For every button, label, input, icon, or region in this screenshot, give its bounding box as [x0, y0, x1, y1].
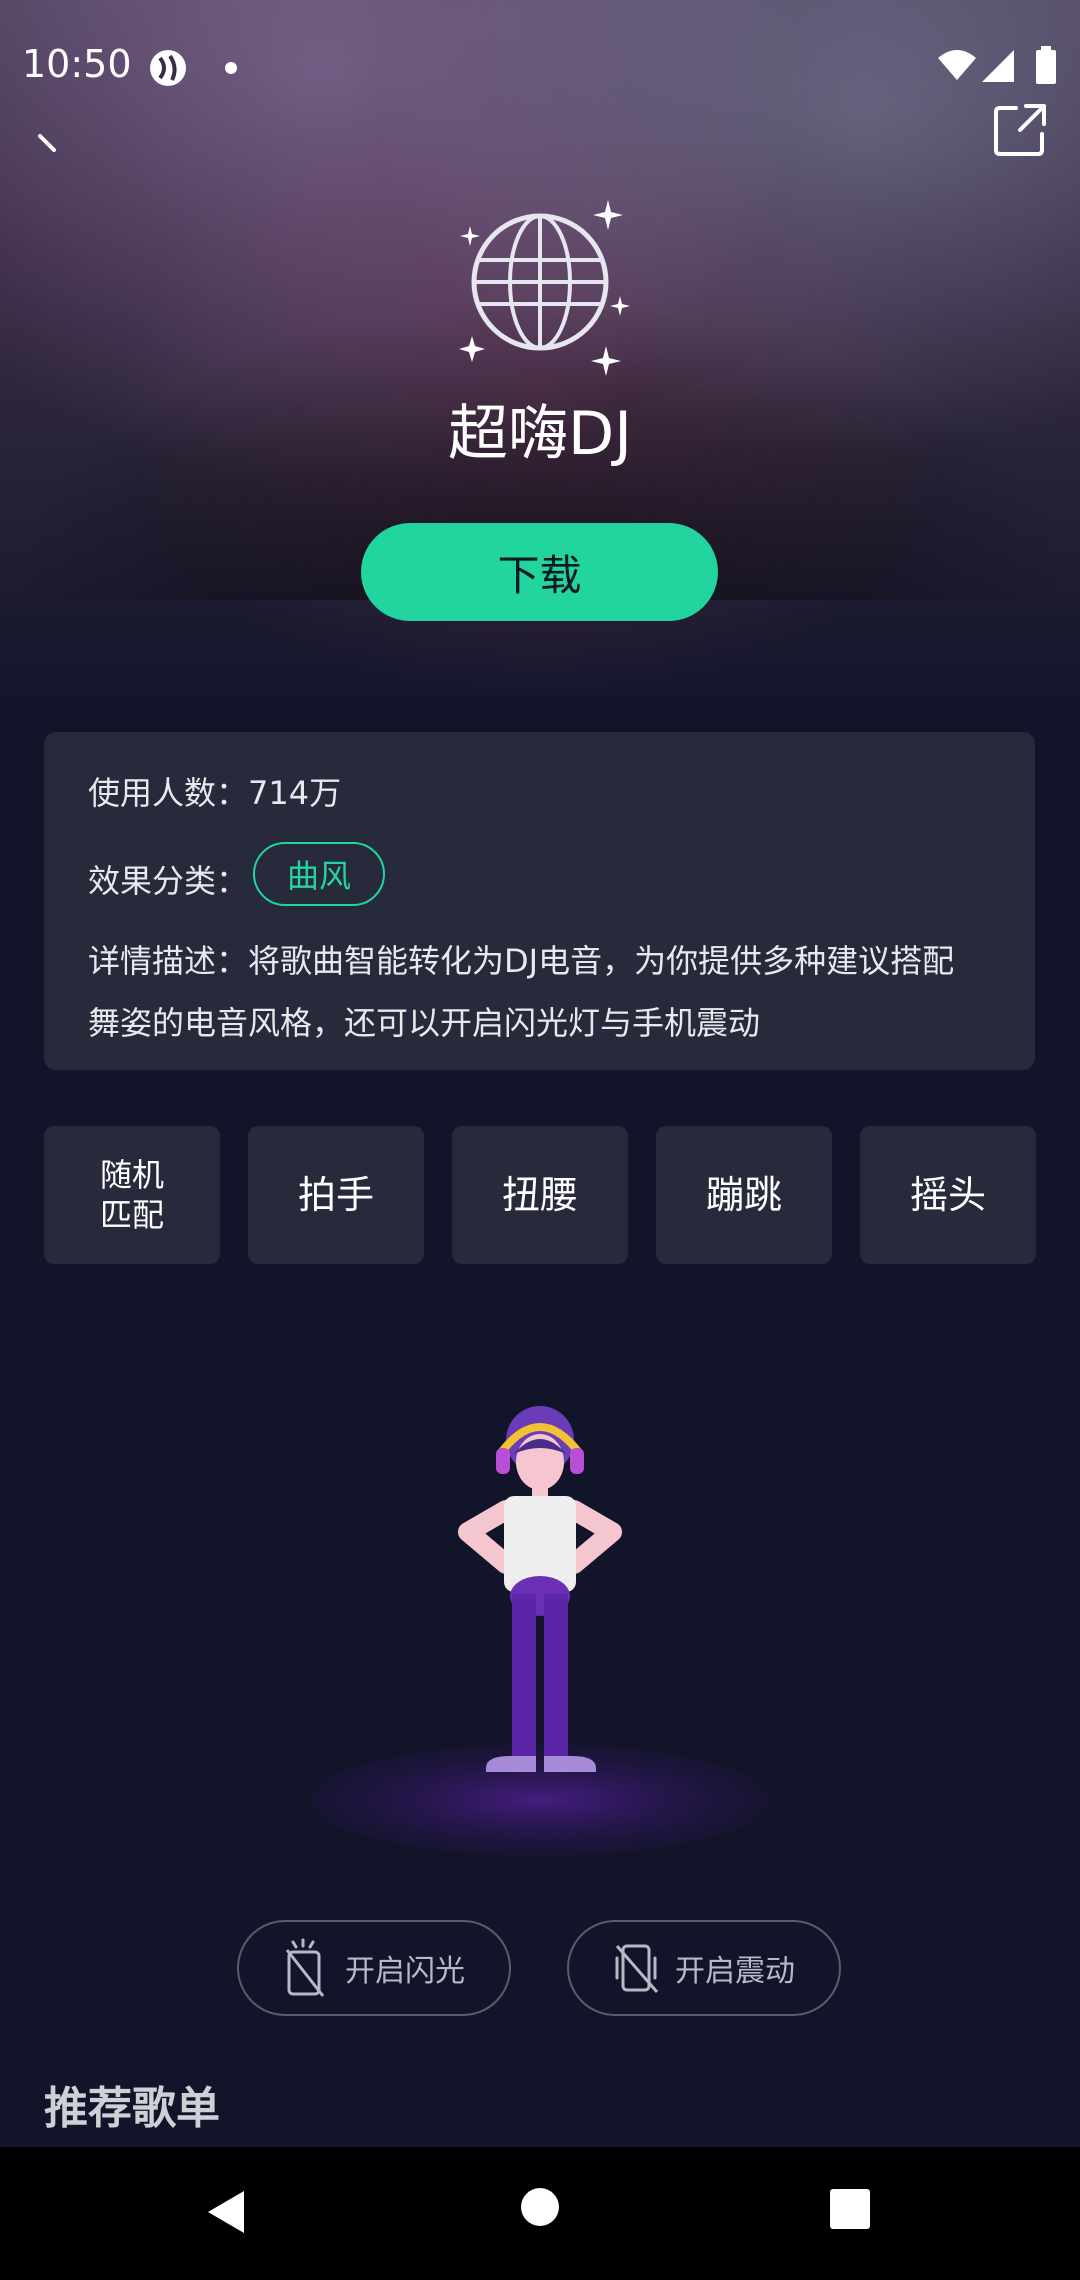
nav-back-button[interactable]	[204, 2187, 248, 2241]
notification-dot-icon	[224, 60, 238, 79]
move-jump[interactable]: 蹦跳	[656, 1126, 832, 1264]
flashlight-off-icon	[285, 1938, 325, 1997]
back-arrow-icon	[38, 134, 56, 152]
nav-home-button[interactable]	[520, 2187, 560, 2231]
move-head-shake[interactable]: 摇头	[860, 1126, 1036, 1264]
move-label-line: 随机	[99, 1156, 164, 1194]
circle-home-icon	[521, 2188, 559, 2226]
category-tag[interactable]: 曲风	[253, 842, 385, 906]
move-label-line: 匹配	[99, 1196, 164, 1234]
info-card: 使用人数：714万 效果分类： 曲风 详情描述：将歌曲智能转化为DJ电音，为你提…	[44, 732, 1035, 1070]
download-button[interactable]: 下载	[361, 523, 718, 621]
system-nav-bar	[0, 2147, 1080, 2280]
vibrate-toggle-label: 开启震动	[675, 1954, 795, 1989]
description-line-1: 详情描述：将歌曲智能转化为DJ电音，为你提供多种建议搭配	[88, 942, 955, 980]
move-clap[interactable]: 拍手	[248, 1126, 424, 1264]
back-button[interactable]	[32, 118, 72, 158]
description-line-2: 舞姿的电音风格，还可以开启闪光灯与手机震动	[88, 1004, 761, 1042]
browser-icon	[148, 48, 188, 92]
page-title: 超嗨DJ	[448, 399, 632, 469]
status-time: 10:50	[22, 42, 132, 86]
recommended-playlists-title: 推荐歌单	[44, 2083, 220, 2134]
category-label: 效果分类：	[88, 862, 249, 900]
wifi-icon	[936, 48, 978, 86]
nav-recents-button[interactable]	[828, 2187, 872, 2235]
move-random-match[interactable]: 随机 匹配	[44, 1126, 220, 1264]
flash-toggle-button[interactable]: 开启闪光	[237, 1920, 511, 2016]
disco-globe-icon	[450, 200, 640, 380]
user-count: 使用人数：714万	[88, 774, 342, 812]
dancer-illustration	[300, 1380, 780, 1860]
description: 详情描述：将歌曲智能转化为DJ电音，为你提供多种建议搭配 舞姿的电音风格，还可以…	[88, 930, 1008, 1054]
share-button[interactable]	[990, 100, 1050, 160]
dance-moves: 随机 匹配 拍手 扭腰 蹦跳 摇头	[44, 1126, 1036, 1264]
signal-icon	[982, 50, 1016, 86]
vibrate-toggle-button[interactable]: 开启震动	[567, 1920, 841, 2016]
move-twist[interactable]: 扭腰	[452, 1126, 628, 1264]
status-bar: 10:50	[0, 0, 1080, 130]
battery-icon	[1034, 46, 1058, 88]
square-recents-icon	[830, 2189, 870, 2229]
flash-toggle-label: 开启闪光	[345, 1954, 465, 1989]
triangle-back-icon	[208, 2191, 244, 2233]
share-icon	[994, 104, 1046, 156]
vibrate-off-icon	[615, 1944, 659, 1993]
